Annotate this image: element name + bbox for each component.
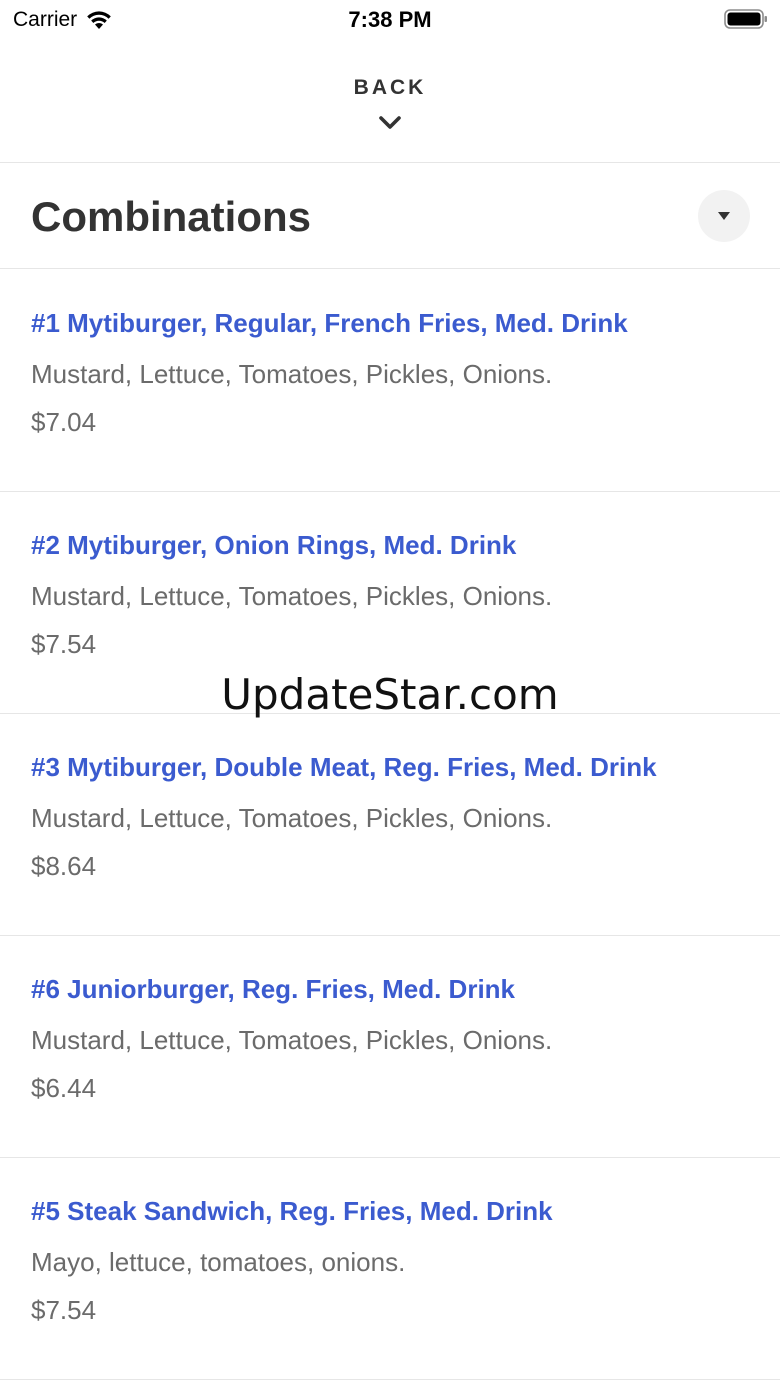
caret-down-icon — [718, 212, 730, 220]
battery-icon — [724, 9, 767, 29]
app-screen: Carrier 7:38 PM BACK Combinations #1 Myt… — [0, 0, 780, 1387]
item-price: $7.04 — [31, 407, 97, 437]
item-price: $7.54 — [31, 1295, 97, 1325]
section-toggle-button[interactable] — [698, 190, 750, 242]
item-name: #2 Mytiburger, Onion Rings, Med. Drink — [31, 530, 517, 560]
item-name: #5 Steak Sandwich, Reg. Fries, Med. Drin… — [31, 1196, 553, 1226]
menu-list: #1 Mytiburger, Regular, French Fries, Me… — [0, 270, 780, 1380]
item-name: #1 Mytiburger, Regular, French Fries, Me… — [31, 308, 628, 338]
item-description: Mustard, Lettuce, Tomatoes, Pickles, Oni… — [31, 581, 553, 611]
item-price: $8.64 — [31, 851, 97, 881]
back-header[interactable]: BACK — [0, 40, 780, 163]
item-description: Mayo, lettuce, tomatoes, onions. — [31, 1247, 406, 1277]
status-bar: Carrier 7:38 PM — [0, 0, 780, 40]
menu-item[interactable]: #5 Steak Sandwich, Reg. Fries, Med. Drin… — [0, 1158, 780, 1380]
item-description: Mustard, Lettuce, Tomatoes, Pickles, Oni… — [31, 359, 553, 389]
status-time: 7:38 PM — [348, 7, 432, 32]
item-description: Mustard, Lettuce, Tomatoes, Pickles, Oni… — [31, 1025, 553, 1055]
item-price: $7.54 — [31, 629, 97, 659]
item-name: #6 Juniorburger, Reg. Fries, Med. Drink — [31, 974, 516, 1004]
menu-item[interactable]: #6 Juniorburger, Reg. Fries, Med. Drink … — [0, 936, 780, 1158]
menu-item[interactable]: #3 Mytiburger, Double Meat, Reg. Fries, … — [0, 714, 780, 936]
chevron-down-icon[interactable] — [378, 114, 402, 132]
back-button[interactable]: BACK — [0, 76, 780, 100]
menu-item[interactable]: #1 Mytiburger, Regular, French Fries, Me… — [0, 270, 780, 492]
item-description: Mustard, Lettuce, Tomatoes, Pickles, Oni… — [31, 803, 553, 833]
item-price: $6.44 — [31, 1073, 97, 1103]
section-header: Combinations — [0, 163, 780, 269]
section-title: Combinations — [31, 193, 311, 240]
item-name: #3 Mytiburger, Double Meat, Reg. Fries, … — [31, 752, 657, 782]
watermark: UpdateStar.com — [221, 670, 559, 719]
